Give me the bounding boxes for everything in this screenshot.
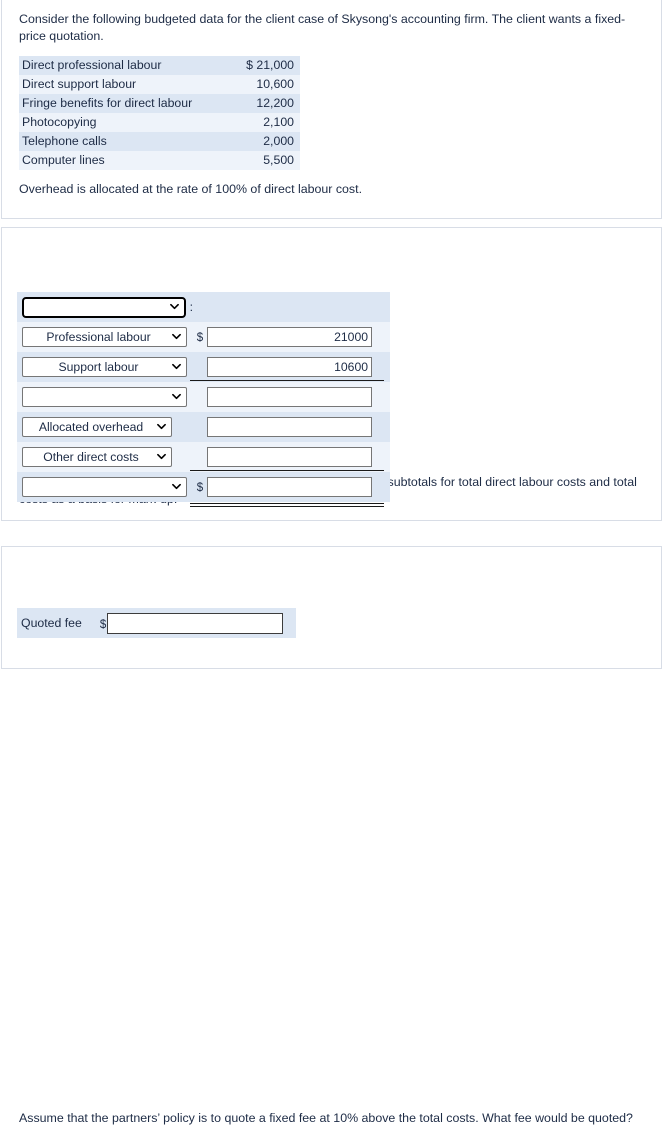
budget-row-label: Photocopying xyxy=(19,113,234,132)
budget-table-body: Direct professional labour $ 21,000 Dire… xyxy=(19,56,300,170)
schedule-select-cell xyxy=(17,477,193,497)
question-1-panel: Consider the following budgeted data for… xyxy=(1,0,662,219)
table-row: Fringe benefits for direct labour 12,200 xyxy=(19,94,300,113)
quoted-fee-label: Quoted fee xyxy=(21,616,82,630)
chevron-down-icon xyxy=(172,332,181,341)
budget-row-label: Telephone calls xyxy=(19,132,234,151)
subtotal-rule-labour xyxy=(190,380,384,381)
schedule-amount-cell xyxy=(207,327,372,347)
table-row: Computer lines 5,500 xyxy=(19,151,300,170)
schedule-amount-cell xyxy=(207,387,372,407)
budget-row-amount: 5,500 xyxy=(233,151,300,170)
schedule-row: Support labour xyxy=(17,352,390,382)
table-row: Direct support labour 10,600 xyxy=(19,75,300,94)
schedule-row xyxy=(17,382,390,412)
budget-row-amount: 12,200 xyxy=(233,94,300,113)
schedule-select-value: Allocated overhead xyxy=(38,420,144,434)
schedule-amount-cell xyxy=(207,417,372,437)
schedule-select-allocated-overhead[interactable]: Allocated overhead xyxy=(22,417,172,437)
budget-row-amount: 10,600 xyxy=(233,75,300,94)
table-row: Telephone calls 2,000 xyxy=(19,132,300,151)
schedule-select-heading[interactable] xyxy=(22,296,186,318)
overhead-allocation-note: Overhead is allocated at the rate of 100… xyxy=(19,182,363,196)
schedule-select-professional-labour[interactable]: Professional labour xyxy=(22,327,187,347)
table-row: Photocopying 2,100 xyxy=(19,113,300,132)
dollar-sign: $ xyxy=(196,482,204,494)
schedule-select-cell: Professional labour xyxy=(17,327,193,347)
amount-input-allocated-overhead[interactable] xyxy=(207,417,372,437)
schedule-select-other-direct-costs[interactable]: Other direct costs xyxy=(22,447,172,467)
budget-row-label: Direct support labour xyxy=(19,75,234,94)
chevron-down-icon xyxy=(172,392,181,401)
amount-input-professional-labour[interactable] xyxy=(207,327,372,347)
budget-row-label: Computer lines xyxy=(19,151,234,170)
chevron-down-icon xyxy=(157,452,166,461)
schedule-select-cell xyxy=(17,387,193,407)
schedule-select-cell: : xyxy=(17,296,193,318)
amount-input-other-direct-costs[interactable] xyxy=(207,447,372,467)
quoted-fee-input[interactable] xyxy=(107,612,284,634)
schedule-row: Other direct costs xyxy=(17,442,390,472)
schedule-select-cell: Other direct costs xyxy=(17,447,193,467)
exercise-page: Consider the following budgeted data for… xyxy=(0,0,669,1125)
chevron-down-icon xyxy=(172,482,181,491)
schedule-row: : xyxy=(17,292,390,322)
question-3-prompt: Assume that the partners’ policy is to q… xyxy=(19,1111,633,1125)
schedule-amount-cell xyxy=(207,477,372,497)
budget-row-label: Direct professional labour xyxy=(19,56,234,75)
quoted-fee-row: Quoted fee $ xyxy=(17,608,296,638)
total-rule-top xyxy=(190,503,384,504)
budget-row-label: Fringe benefits for direct labour xyxy=(19,94,234,113)
schedule-select-subtotal-labour[interactable] xyxy=(22,387,187,407)
schedule-row: $ xyxy=(17,472,390,502)
budget-data-table: Direct professional labour $ 21,000 Dire… xyxy=(19,56,300,170)
schedule-row: Allocated overhead xyxy=(17,412,390,442)
amount-input-subtotal-labour[interactable] xyxy=(207,387,372,407)
budget-row-amount: 2,000 xyxy=(233,132,300,151)
chevron-down-icon xyxy=(169,302,179,311)
schedule-select-value: Professional labour xyxy=(46,330,151,344)
schedule-select-value: Other direct costs xyxy=(43,450,139,464)
amount-input-support-labour[interactable] xyxy=(207,357,372,377)
schedule-amount-cell xyxy=(207,357,372,377)
budget-row-amount: 2,100 xyxy=(233,113,300,132)
dollar-sign: $ xyxy=(196,332,204,344)
schedule-select-total[interactable] xyxy=(22,477,187,497)
chevron-down-icon xyxy=(172,362,181,371)
chevron-down-icon xyxy=(157,422,166,431)
schedule-select-cell: Allocated overhead xyxy=(17,417,193,437)
budget-row-amount: $ 21,000 xyxy=(233,56,300,75)
total-rule-bottom xyxy=(190,506,384,507)
subtotal-rule-costs xyxy=(190,470,384,471)
dollar-sign: $ xyxy=(99,619,107,631)
schedule-row: Professional labour $ xyxy=(17,322,390,352)
schedule-heading-colon: : xyxy=(189,300,193,314)
schedule-select-cell: Support labour xyxy=(17,357,193,377)
schedule-amount-cell xyxy=(207,447,372,467)
amount-input-total[interactable] xyxy=(207,477,372,497)
schedule-select-value: Support labour xyxy=(58,360,139,374)
question-1-prompt: Consider the following budgeted data for… xyxy=(19,12,626,43)
schedule-select-support-labour[interactable]: Support labour xyxy=(22,357,187,377)
table-row: Direct professional labour $ 21,000 xyxy=(19,56,300,75)
